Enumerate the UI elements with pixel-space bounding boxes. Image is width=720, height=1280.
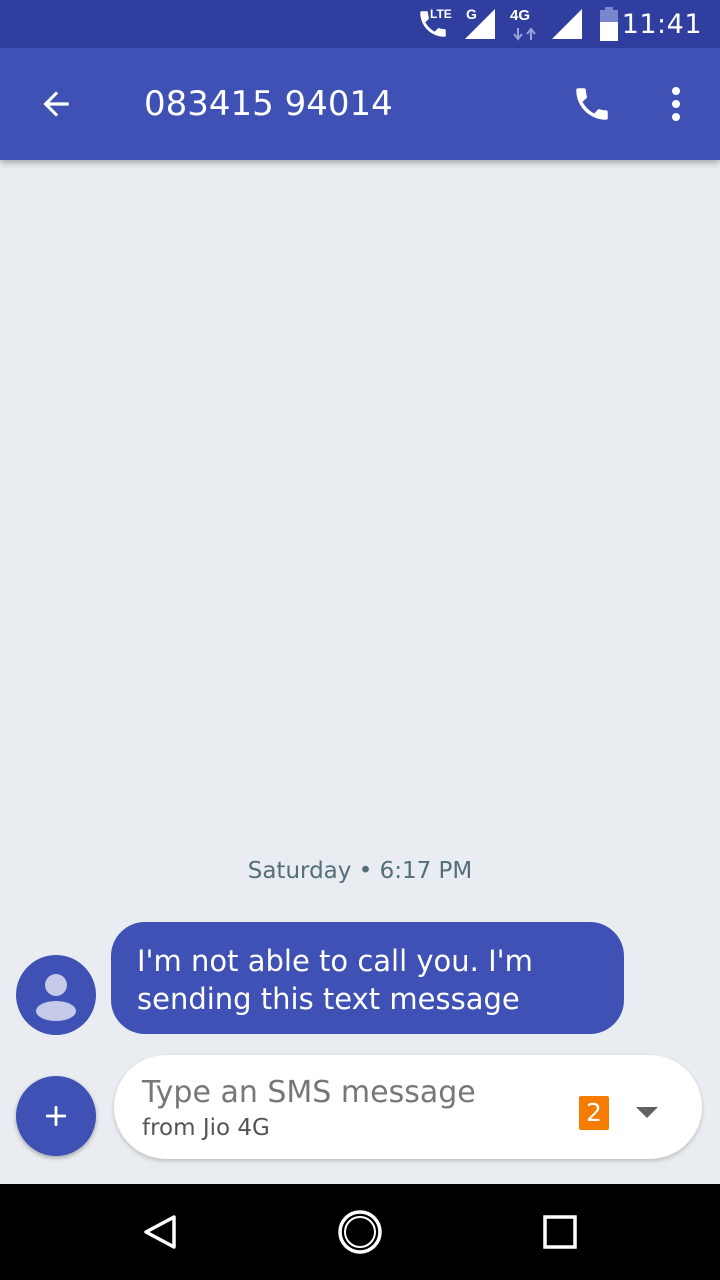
- conversation-title: 083415 94014: [144, 84, 393, 124]
- back-arrow-icon[interactable]: [28, 76, 84, 132]
- dropdown-arrow-icon[interactable]: [632, 1101, 662, 1125]
- person-icon: [36, 974, 76, 1021]
- app-bar: 083415 94014: [0, 48, 720, 160]
- add-attachment-button[interactable]: [16, 1076, 96, 1156]
- add-icon: [46, 1106, 66, 1126]
- phone-icon[interactable]: [564, 76, 620, 132]
- compose-placeholder: Type an SMS message: [142, 1075, 476, 1110]
- message-date-label: Saturday • 6:17 PM: [247, 858, 473, 884]
- back-triangle-icon[interactable]: [110, 1184, 210, 1280]
- more-vert-icon[interactable]: [650, 76, 702, 132]
- battery-icon: [598, 0, 620, 48]
- home-circle-icon[interactable]: [310, 1184, 410, 1280]
- message-text: I'm not able to call you. I'm sending th…: [137, 944, 533, 1016]
- recents-square-icon[interactable]: [510, 1184, 610, 1280]
- status-time: 11:41: [621, 8, 702, 40]
- signal-icon: [549, 0, 585, 48]
- message-bubble[interactable]: I'm not able to call you. I'm sending th…: [111, 922, 624, 1034]
- volte-label: LTE: [430, 7, 452, 21]
- sim-badge[interactable]: 2: [579, 1096, 609, 1130]
- status-bar: LTE G 4G 11:41: [0, 0, 720, 48]
- nav-bar: [0, 1184, 720, 1280]
- signal-icon: [462, 0, 498, 48]
- sim-label: from Jio 4G: [142, 1115, 270, 1141]
- compose-field[interactable]: Type an SMS message from Jio 4G 2: [114, 1055, 702, 1159]
- contact-avatar[interactable]: [16, 955, 96, 1035]
